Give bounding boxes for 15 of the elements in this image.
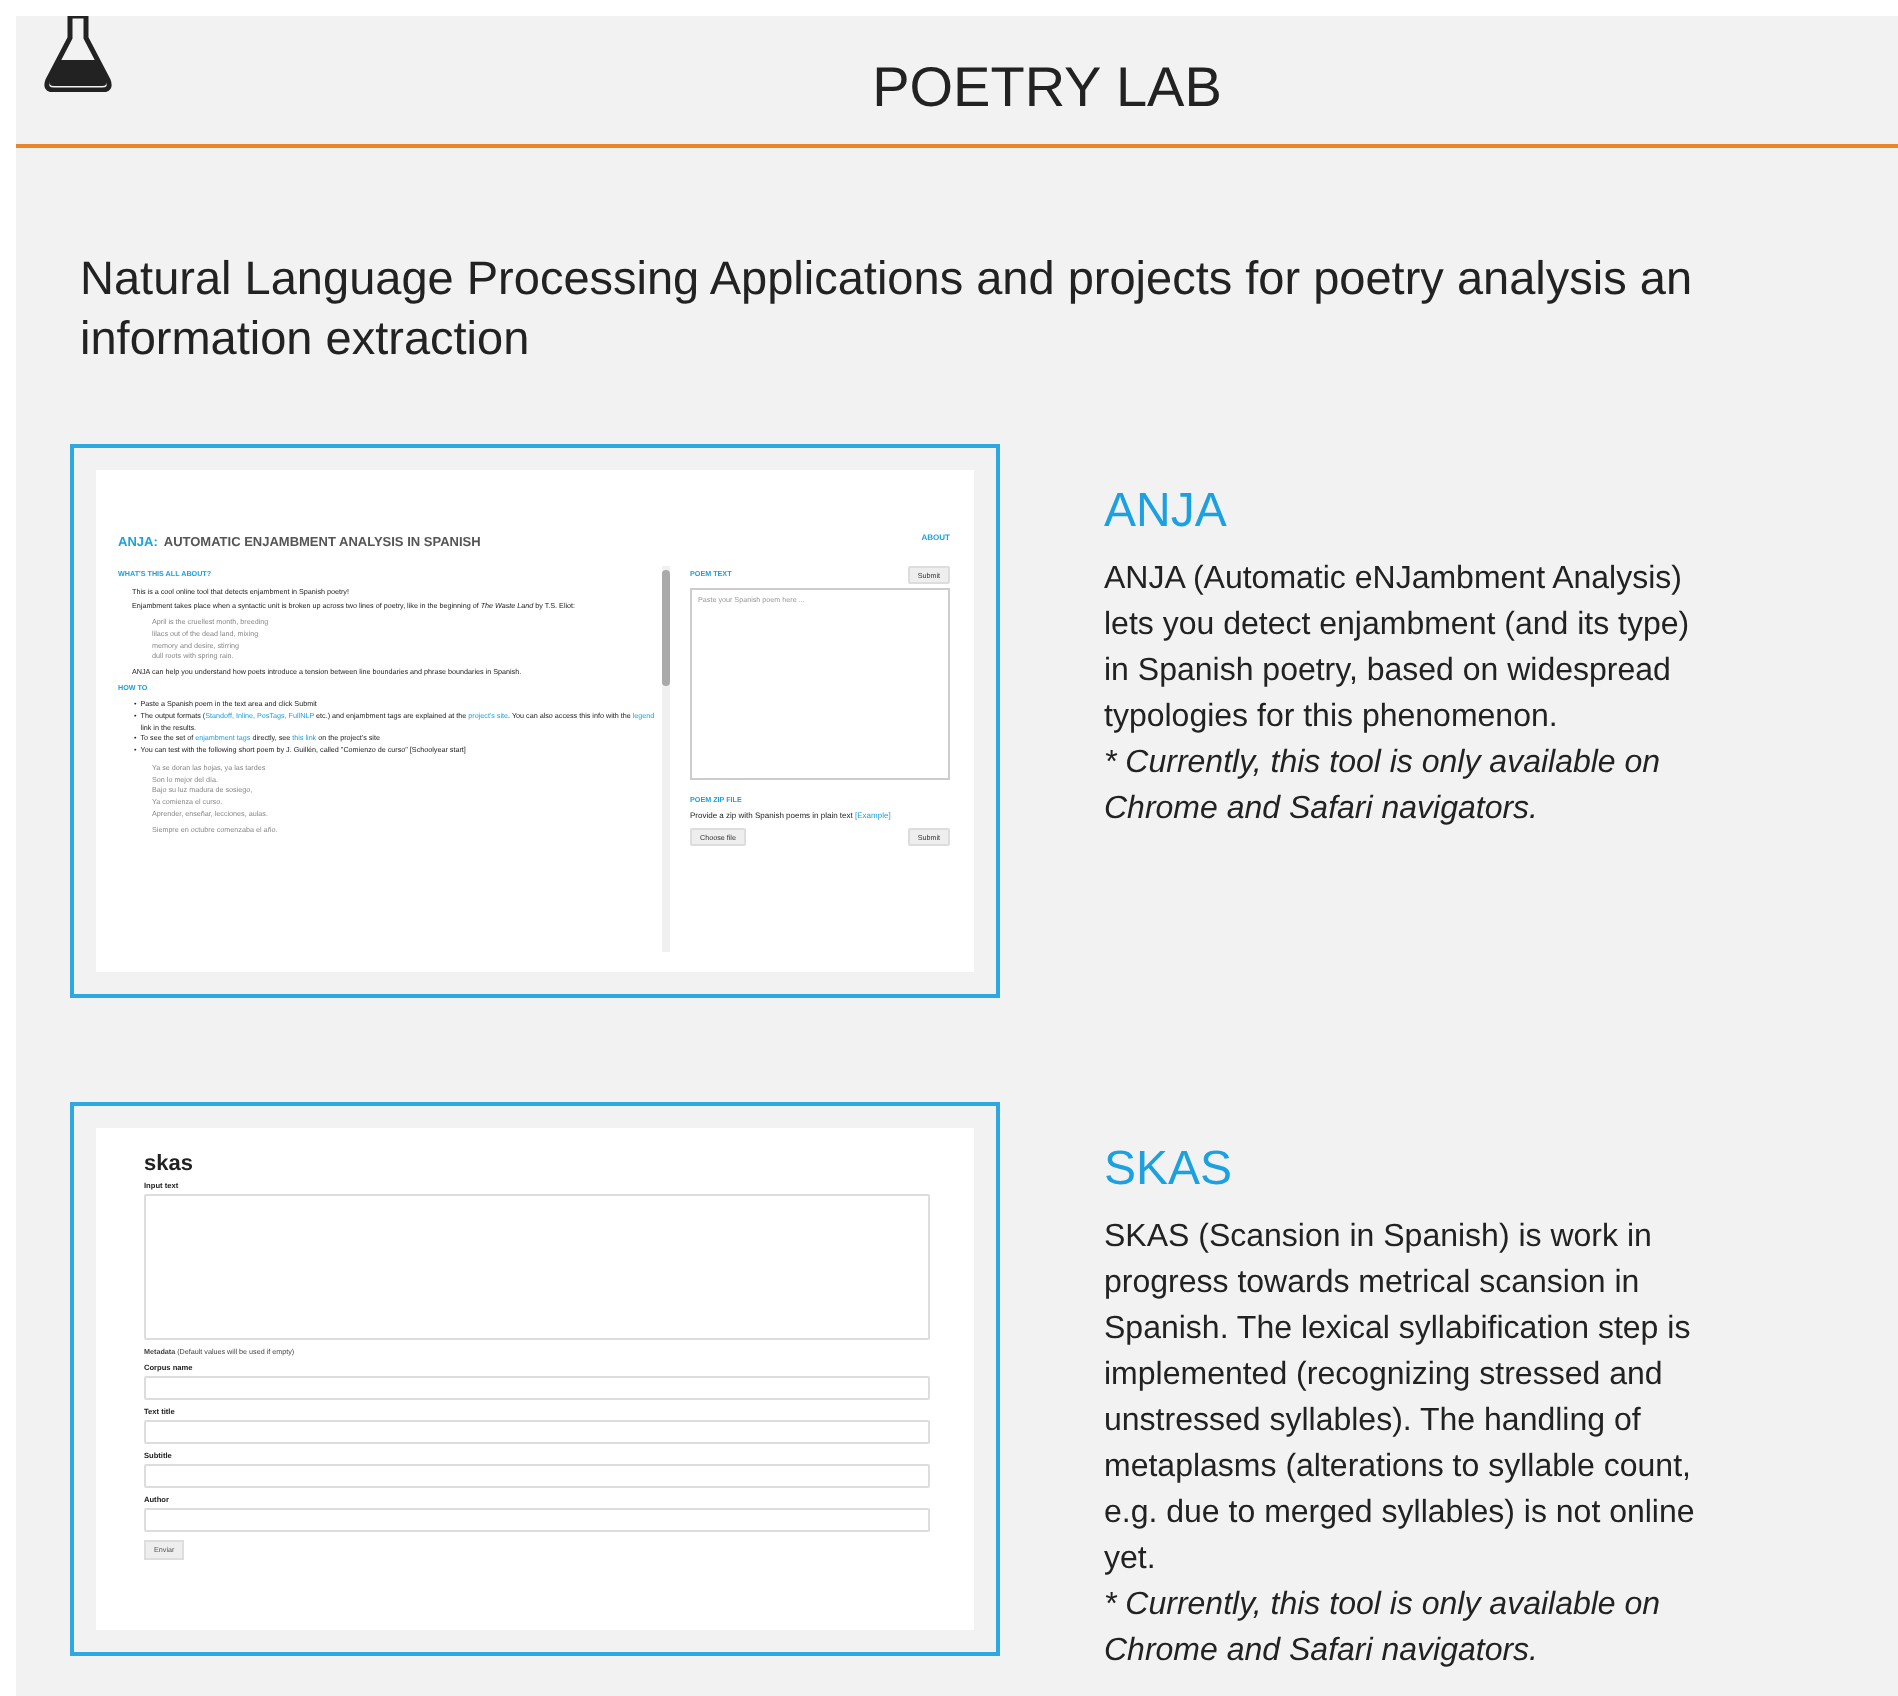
scrollbar[interactable] (662, 566, 670, 952)
project-description: ANJA (Automatic eNJambment Analysis) lets you detect enjambment (and its type) in Spanish poetry, based on widespread typologies for this phenomenon. (1104, 560, 1692, 738)
project-title[interactable]: ANJA (1104, 484, 1704, 540)
site-title: POETRY LAB (872, 56, 1222, 120)
input-field[interactable] (144, 1376, 930, 1400)
project-description: SKAS (Scansion in Spanish) is work in progress towards metrical scansion in Spanish. The lexical syllabification step is implemented (recognizing stressed and unstressed syllables). The handling of metaplasms (alterations to syllable count, e.g. due to merged syllables) is not online yet. (1104, 1218, 1697, 1580)
input-field[interactable] (144, 1420, 930, 1444)
input-text-area[interactable] (144, 1194, 930, 1340)
input-field[interactable] (144, 1464, 930, 1488)
preview-title: skas (144, 1152, 195, 1176)
input-field[interactable] (144, 1508, 930, 1532)
project-title[interactable]: SKAS (1104, 1142, 1704, 1198)
page-heading: Natural Language Processing Applications and projects for poetry analysis an information extraction (80, 250, 1695, 368)
availability-note: * Currently, this tool is only available on Chrome and Safari navigators. (1104, 744, 1663, 830)
availability-note: * Currently, this tool is only available on Chrome and Safari navigators. (1104, 1586, 1663, 1672)
